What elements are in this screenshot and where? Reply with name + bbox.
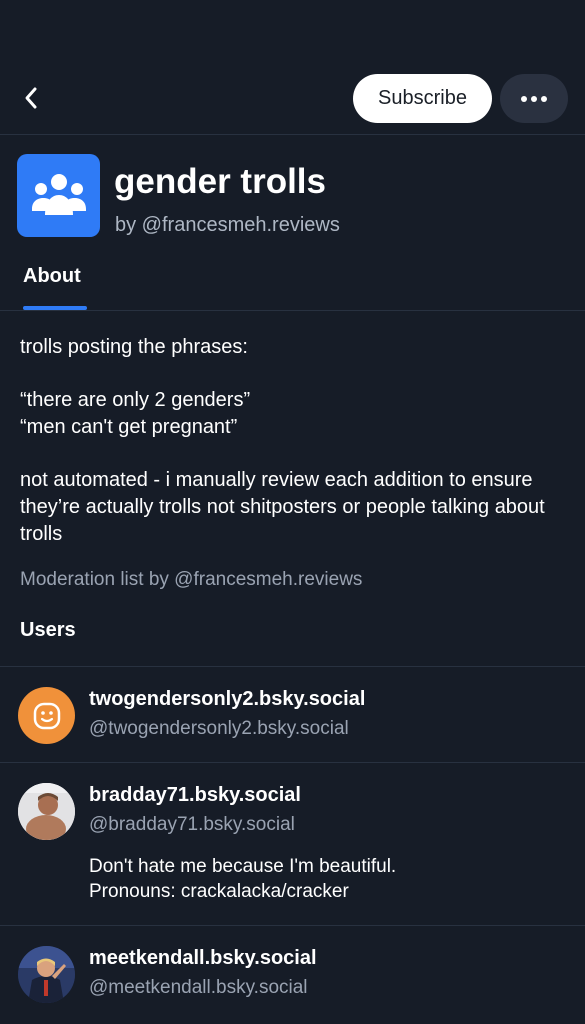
list-title: gender trolls (114, 162, 326, 201)
moderation-list-credit[interactable]: Moderation list by @francesmeh.reviews (20, 569, 362, 591)
photo-avatar-icon (18, 783, 75, 840)
user-display-name: meetkendall.bsky.social (89, 947, 317, 969)
back-button[interactable] (14, 80, 48, 116)
top-bar: Subscribe (0, 0, 585, 135)
user-bio-line: Pronouns: crackalacka/cracker (89, 881, 349, 902)
photo-avatar-icon (18, 946, 75, 1003)
avatar (18, 783, 75, 840)
users-section-heading: Users (20, 619, 76, 641)
user-handle: @bradday71.bsky.social (89, 814, 295, 835)
ellipsis-icon (521, 95, 527, 102)
description-line: “men can't get pregnant” (20, 416, 238, 438)
avatar (18, 946, 75, 1003)
description-line: not automated - i manually review each a… (20, 469, 545, 545)
description-line: “there are only 2 genders” (20, 389, 251, 411)
subscribe-button[interactable]: Subscribe (353, 74, 492, 123)
list-item[interactable]: meetkendall.bsky.social @meetkendall.bsk… (0, 926, 585, 1024)
list-item[interactable]: bradday71.bsky.social @bradday71.bsky.so… (0, 763, 585, 925)
list-item[interactable]: twogendersonly2.bsky.social @twogenderso… (0, 667, 585, 762)
group-icon (31, 173, 86, 215)
more-options-button[interactable] (500, 74, 568, 123)
user-display-name: twogendersonly2.bsky.social (89, 688, 366, 710)
avatar (18, 687, 75, 744)
user-display-name: bradday71.bsky.social (89, 784, 301, 806)
smiley-icon (33, 702, 60, 729)
description-line: trolls posting the phrases: (20, 336, 248, 358)
chevron-left-icon (25, 87, 37, 109)
user-bio-line: Don't hate me because I'm beautiful. (89, 856, 397, 877)
tab-about[interactable]: About (23, 265, 81, 288)
user-handle: @twogendersonly2.bsky.social (89, 718, 349, 739)
list-description: trolls posting the phrases: “there are o… (20, 334, 560, 548)
ellipsis-dot (541, 95, 547, 102)
ellipsis-dot (531, 95, 537, 102)
user-bio: Don't hate me because I'm beautiful. Pro… (89, 854, 569, 904)
list-owner-link[interactable]: by @francesmeh.reviews (115, 214, 340, 237)
tabs-divider (0, 310, 585, 311)
list-avatar (17, 154, 100, 237)
user-handle: @meetkendall.bsky.social (89, 977, 308, 998)
